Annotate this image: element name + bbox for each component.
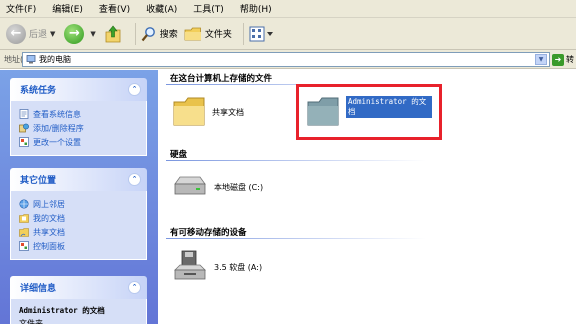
network-icon (19, 199, 29, 209)
task-label: 查看系统信息 (33, 109, 81, 119)
forward-arrow-icon: → (64, 23, 85, 44)
details-panel: 详细信息 ⌃ Administrator 的文档 文件夹 (10, 276, 147, 324)
control-panel-icon (19, 137, 29, 147)
other-places-header[interactable]: 其它位置 ⌃ (10, 168, 147, 191)
details-header[interactable]: 详细信息 ⌃ (10, 276, 147, 299)
up-button[interactable] (105, 25, 124, 43)
go-arrow-icon: ➜ (552, 53, 564, 66)
folders-button[interactable]: 文件夹 (184, 26, 232, 42)
details-item-type: 文件夹 (19, 319, 43, 324)
my-computer-icon (26, 55, 36, 64)
group-header-hard-disks: 硬盘 (170, 150, 188, 160)
go-button[interactable]: ➜ 转 (552, 53, 576, 66)
folder-icon (173, 97, 205, 126)
system-tasks-header[interactable]: 系统任务 ⌃ (10, 78, 147, 101)
back-button[interactable]: ← 后退 ▼ (6, 23, 58, 44)
address-dropdown-icon[interactable]: ▼ (535, 54, 547, 65)
menu-help[interactable]: 帮助(H) (240, 2, 272, 15)
menu-favorites[interactable]: 收藏(A) (146, 2, 177, 15)
my-documents-icon (19, 214, 29, 223)
system-info-icon (19, 109, 29, 119)
details-title: 详细信息 (20, 284, 57, 294)
collapse-chevron-icon[interactable]: ⌃ (128, 281, 141, 294)
forward-dropdown-icon[interactable]: ▼ (90, 30, 95, 38)
folders-label: 文件夹 (204, 30, 232, 40)
place-label: 控制面板 (33, 241, 65, 251)
address-bar: 地址(D) 我的电脑 ▼ ➜ 转 (0, 50, 576, 69)
file-list-pane: 在这台计算机上存储的文件 共享文档 Administrator 的文档 硬盘 本… (158, 70, 576, 324)
forward-button[interactable]: → ▼ (64, 23, 98, 44)
shared-folder-icon (19, 228, 29, 237)
red-highlight-box (296, 84, 442, 140)
hard-drive-icon (174, 176, 206, 195)
file-item-shared-documents[interactable]: 共享文档 (172, 96, 244, 128)
details-item-name: Administrator 的文档 (19, 306, 105, 315)
folder-icon (184, 27, 201, 40)
drive-label: 本地磁盘 (C:) (214, 182, 264, 192)
file-item-label: 共享文档 (212, 107, 244, 117)
address-input[interactable]: 我的电脑 ▼ (22, 52, 550, 67)
control-panel-icon (19, 241, 29, 251)
toolbar-separator (134, 22, 136, 45)
back-dropdown-icon[interactable]: ▼ (50, 30, 55, 38)
other-places-title: 其它位置 (20, 176, 57, 186)
task-add-remove-programs[interactable]: 添加/删除程序 (19, 121, 146, 135)
collapse-chevron-icon[interactable]: ⌃ (128, 173, 141, 186)
group-divider (166, 160, 426, 161)
toolbar-separator-2 (242, 22, 244, 45)
toolbar: ← 后退 ▼ → ▼ 搜索 文件夹 (0, 18, 576, 50)
place-network-neighborhood[interactable]: 网上邻居 (19, 197, 146, 211)
task-label: 添加/删除程序 (33, 123, 84, 133)
task-view-system-info[interactable]: 查看系统信息 (19, 107, 146, 121)
place-control-panel[interactable]: 控制面板 (19, 239, 146, 253)
group-header-removable-storage: 有可移动存储的设备 (170, 228, 247, 238)
menu-bar: 文件(F) 编辑(E) 查看(V) 收藏(A) 工具(T) 帮助(H) (0, 0, 576, 18)
menu-view[interactable]: 查看(V) (99, 2, 130, 15)
menu-tools[interactable]: 工具(T) (193, 2, 224, 15)
other-places-body: 网上邻居 我的文档 共享文档 控制面板 (10, 191, 147, 260)
back-arrow-icon: ← (6, 23, 26, 44)
drive-item-local-disk-c[interactable]: 本地磁盘 (C:) (172, 174, 263, 200)
search-icon (141, 26, 155, 41)
group-header-stored-files: 在这台计算机上存储的文件 (170, 74, 273, 84)
task-change-setting[interactable]: 更改一个设置 (19, 135, 146, 149)
menu-file[interactable]: 文件(F) (6, 2, 36, 15)
task-label: 更改一个设置 (33, 137, 81, 147)
details-body: Administrator 的文档 文件夹 (10, 299, 147, 324)
system-tasks-body: 查看系统信息 添加/删除程序 更改一个设置 (10, 101, 147, 156)
collapse-chevron-icon[interactable]: ⌃ (128, 83, 141, 96)
add-remove-programs-icon (19, 123, 29, 133)
place-label: 我的文档 (33, 213, 65, 223)
other-places-panel: 其它位置 ⌃ 网上邻居 我的文档 共享文档 控制面板 (10, 168, 147, 260)
system-tasks-panel: 系统任务 ⌃ 查看系统信息 添加/删除程序 更改一个设置 (10, 78, 147, 156)
group-divider (166, 238, 426, 239)
place-label: 共享文档 (33, 227, 65, 237)
views-icon (249, 26, 273, 41)
system-tasks-title: 系统任务 (20, 86, 57, 96)
place-shared-documents[interactable]: 共享文档 (19, 225, 146, 239)
folder-up-icon (105, 25, 121, 42)
address-label: 地址(D) (4, 54, 22, 64)
drive-label: 3.5 软盘 (A:) (214, 262, 263, 272)
drive-item-floppy-a[interactable]: 3.5 软盘 (A:) (172, 250, 262, 284)
back-label: 后退 (29, 30, 48, 40)
place-my-documents[interactable]: 我的文档 (19, 211, 146, 225)
address-value: 我的电脑 (39, 55, 71, 64)
task-pane: 系统任务 ⌃ 查看系统信息 添加/删除程序 更改一个设置 其它位置 ⌃ 网上邻居… (0, 70, 158, 324)
search-button[interactable]: 搜索 (141, 26, 178, 42)
go-label: 转 (566, 55, 574, 64)
place-label: 网上邻居 (33, 199, 65, 209)
menu-edit[interactable]: 编辑(E) (52, 2, 83, 15)
views-button[interactable] (249, 26, 276, 42)
floppy-drive-icon (174, 250, 206, 280)
search-label: 搜索 (159, 30, 178, 40)
